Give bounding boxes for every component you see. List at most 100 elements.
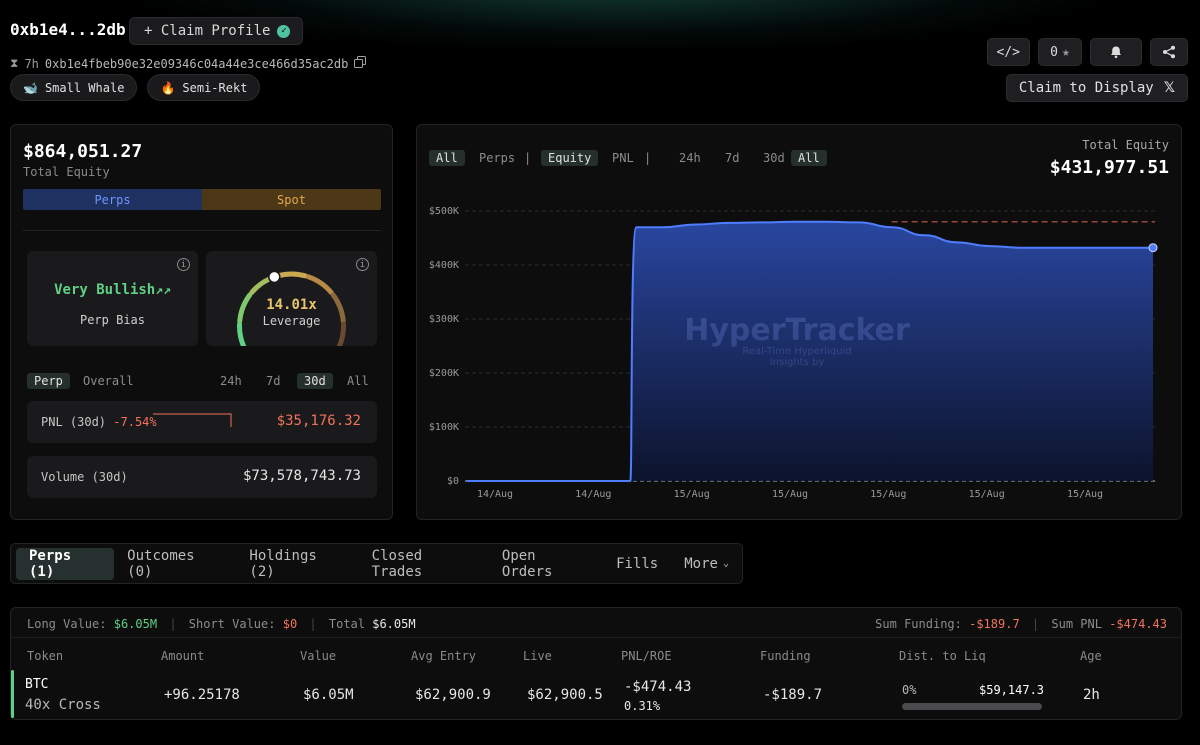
col-header-avg-entry[interactable]: Avg Entry <box>411 649 476 663</box>
chart-chip-7d[interactable]: 7d <box>718 150 746 166</box>
total-equity-label: Total Equity <box>23 165 110 179</box>
y-tick-label: $400K <box>429 260 459 271</box>
row-token[interactable]: BTC <box>25 677 48 692</box>
tag-small-whale[interactable]: 🐋 Small Whale <box>10 74 138 101</box>
star-button[interactable]: 0 ★ <box>1038 38 1082 66</box>
sum-pnl-label: Sum PNL <box>1051 617 1102 631</box>
scope-tab-perp[interactable]: Perp <box>27 373 70 389</box>
claim-display-label: Claim to Display <box>1018 80 1154 96</box>
fire-icon: 🔥 <box>160 80 176 95</box>
col-header-pnl-roe[interactable]: PNL/ROE <box>621 649 672 663</box>
col-header-age[interactable]: Age <box>1080 649 1102 663</box>
scope-tab-overall[interactable]: Overall <box>76 373 141 389</box>
whale-icon: 🐋 <box>23 80 38 95</box>
star-count: 0 <box>1050 44 1058 60</box>
chart-total-equity-value: $431,977.51 <box>1049 157 1169 178</box>
positions-summary: Long Value: $6.05M | Short Value: $0 | T… <box>27 617 1167 631</box>
embed-button[interactable]: </> <box>986 38 1030 66</box>
chart-chip-equity[interactable]: Equity <box>541 150 599 166</box>
tab-perps[interactable]: Perps (1) <box>16 547 115 580</box>
divider <box>23 230 381 231</box>
claim-profile-button[interactable]: + Claim Profile ✓ <box>129 17 304 45</box>
y-tick-label: $100K <box>429 422 459 433</box>
total-equity-value: $864,051.27 <box>23 141 143 162</box>
separator: | <box>1031 617 1040 631</box>
x-tick-label: 14/Aug <box>477 489 513 500</box>
perps-segment[interactable]: Perps <box>23 189 202 210</box>
volume-label: Volume (30d) <box>41 470 128 484</box>
chart-chip-pnl[interactable]: PNL <box>605 150 641 166</box>
sum-funding-value: -$189.7 <box>969 617 1020 631</box>
spot-segment[interactable]: Spot <box>202 189 381 210</box>
sum-funding-label: Sum Funding: <box>875 617 962 631</box>
col-header-value[interactable]: Value <box>300 649 336 663</box>
sum-pnl-value: -$474.43 <box>1109 617 1167 631</box>
top-actions: </> 0 ★ <box>986 38 1188 66</box>
chart-chip-all[interactable]: All <box>429 150 465 166</box>
perps-spot-bar: Perps Spot <box>23 189 381 210</box>
leverage-card: i 14.01x Leverage <box>206 251 377 346</box>
tab-open-orders[interactable]: Open Orders <box>489 548 603 580</box>
long-value: $6.05M <box>113 617 158 631</box>
timeframe-24h[interactable]: 24h <box>213 373 249 389</box>
y-tick-label: $0 <box>447 476 459 487</box>
col-header-amount[interactable]: Amount <box>161 649 204 663</box>
tab-more[interactable]: More ⌄ <box>671 548 742 580</box>
copy-icon[interactable] <box>354 56 367 71</box>
claim-to-display-button[interactable]: Claim to Display 𝕏 <box>1005 74 1188 102</box>
row-live-price: $62,900.5 <box>527 687 603 703</box>
tab-fills[interactable]: Fills <box>603 548 671 580</box>
col-header-token[interactable]: Token <box>27 649 63 663</box>
wallet-tags: 🐋 Small Whale 🔥 Semi-Rekt <box>10 74 261 101</box>
col-header-funding[interactable]: Funding <box>760 649 811 663</box>
claim-profile-label: + Claim Profile <box>144 23 271 39</box>
col-header-dist-to-liq[interactable]: Dist. to Liq <box>899 649 986 663</box>
positions-summary-right: Sum Funding: -$189.7 | Sum PNL -$474.43 <box>875 617 1167 631</box>
pnl-percent: -7.54% <box>113 415 157 429</box>
perp-bias-label: Perp Bias <box>79 313 146 327</box>
row-pnl: -$474.43 <box>624 679 692 695</box>
bias-value-text: Very Bullish <box>54 282 156 298</box>
info-icon[interactable]: i <box>177 258 190 271</box>
timeframe-30d[interactable]: 30d <box>297 373 333 389</box>
col-header-live[interactable]: Live <box>523 649 552 663</box>
tag-semi-rekt[interactable]: 🔥 Semi-Rekt <box>147 74 261 101</box>
x-logo-icon: 𝕏 <box>1163 80 1175 96</box>
pnl-timeframe-row: Perp Overall 24h 7d 30d All <box>27 373 377 391</box>
alert-button[interactable] <box>1090 38 1142 66</box>
chart-chip-24h[interactable]: 24h <box>672 150 708 166</box>
chart-chip-perps[interactable]: Perps <box>472 150 522 166</box>
short-value: $0 <box>282 617 298 631</box>
tab-holdings[interactable]: Holdings (2) <box>236 548 358 580</box>
total-value-label: Total <box>328 617 365 631</box>
timeframe-7d[interactable]: 7d <box>259 373 287 389</box>
chevron-down-icon: ⌄ <box>722 558 729 569</box>
chart-chip-30d[interactable]: 30d <box>756 150 792 166</box>
row-value: $6.05M <box>303 687 354 703</box>
chart-watermark: HyperTracker Real-Time Hyperliquid Insig… <box>682 313 912 368</box>
x-tick-label: 15/Aug <box>1067 489 1103 500</box>
address-subline: ⧗ 7h 0xb1e4fbeb90e32e09346c04a44e3ce466d… <box>10 56 367 71</box>
star-icon: ★ <box>1062 44 1070 60</box>
chart-total-equity-label: Total Equity <box>1082 138 1169 152</box>
chart-chip-all-time[interactable]: All <box>791 150 827 166</box>
tab-closed-trades[interactable]: Closed Trades <box>359 548 489 580</box>
volume-card: Volume (30d) $73,578,743.73 <box>27 456 377 498</box>
tab-outcomes[interactable]: Outcomes (0) <box>114 548 236 580</box>
chart-chip-separator: | <box>644 151 652 165</box>
tag-label: Small Whale <box>44 80 125 95</box>
liq-distance-bar <box>902 703 1042 710</box>
x-tick-label: 15/Aug <box>772 489 808 500</box>
row-liq-price: $59,147.3 <box>979 683 1045 697</box>
separator: | <box>169 617 177 631</box>
share-button[interactable] <box>1150 38 1188 66</box>
wallet-address-full: 0xb1e4fbeb90e32e09346c04a44e3ce466d35ac2… <box>44 56 349 71</box>
pnl-label: PNL (30d) -7.54% <box>41 415 157 429</box>
equity-endpoint-dot[interactable] <box>1148 243 1158 253</box>
tag-label: Semi-Rekt <box>182 80 248 95</box>
watermark-title: HyperTracker <box>684 313 910 348</box>
tab-more-label: More <box>684 555 718 572</box>
x-tick-label: 14/Aug <box>575 489 611 500</box>
timeframe-all[interactable]: All <box>340 373 376 389</box>
pnl-sparkline <box>153 413 232 427</box>
